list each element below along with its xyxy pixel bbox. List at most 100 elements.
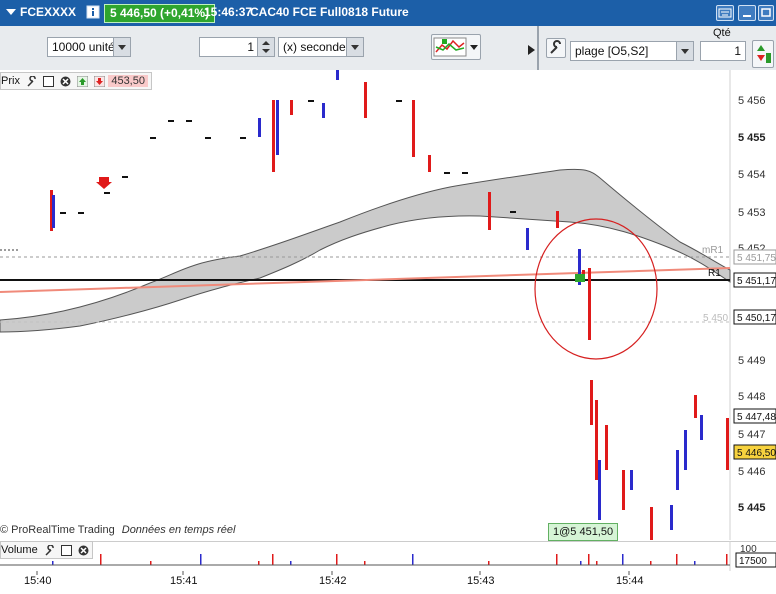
- wrench-icon[interactable]: [44, 543, 55, 556]
- instrument-description: CAC40 FCE Full0818 Future: [250, 5, 409, 19]
- price-panel-header: Prix 453,50: [0, 72, 152, 90]
- volume-bar: [364, 561, 366, 565]
- volume-bar: [622, 554, 624, 565]
- cursor-price-label: 1@5 451,50: [548, 523, 619, 541]
- price-bar: [52, 195, 55, 228]
- maximize-icon[interactable]: [758, 5, 774, 21]
- price-panel-label: Prix: [1, 75, 20, 88]
- wrench-button[interactable]: [546, 38, 566, 58]
- level-value-tag: 5 450,17: [737, 313, 776, 324]
- header-price-box: 453,50: [108, 75, 148, 88]
- price-tick: 5 455: [738, 132, 766, 144]
- wrench-icon[interactable]: [26, 74, 37, 87]
- minimize-icon[interactable]: [738, 5, 756, 21]
- time-axis: 15:40 15:41 15:42 15:43 15:44: [0, 571, 776, 594]
- volume-panel[interactable]: 100 17500: [0, 541, 776, 571]
- interval-input[interactable]: 1: [199, 37, 275, 57]
- mr1-label: mR1: [702, 245, 724, 256]
- indicators-button[interactable]: [431, 34, 481, 60]
- price-bar: [650, 507, 653, 540]
- units-select[interactable]: 10000 unités: [47, 37, 131, 57]
- price-bar: [240, 137, 246, 139]
- data-note: Données en temps réel: [121, 524, 236, 536]
- chevron-down-icon[interactable]: [113, 38, 130, 56]
- range-select[interactable]: plage [O5,S2]: [570, 41, 694, 61]
- price-bar: [598, 460, 601, 520]
- title-bar: FCEXXXX 5 446,50 (+0,41%) 15:46:37 CAC40…: [0, 0, 776, 26]
- price-tick: 5 447: [738, 429, 766, 441]
- chevron-down-icon[interactable]: [346, 38, 363, 56]
- price-bar: [364, 82, 367, 118]
- price-bar: [276, 100, 279, 155]
- volume-bar: [588, 554, 590, 565]
- volume-bar: [488, 561, 490, 565]
- price-bar: [272, 100, 275, 172]
- volume-label: Volume: [1, 544, 38, 556]
- chevron-down-icon[interactable]: [676, 42, 693, 60]
- quantity-input-value: 1: [734, 44, 741, 58]
- interval-input-value: 1: [247, 40, 254, 54]
- indicator-chart-icon: [433, 37, 478, 57]
- quantity-stepper[interactable]: [752, 40, 774, 68]
- arrow-down-icon[interactable]: [93, 75, 106, 88]
- price-bar: [308, 100, 314, 102]
- mr1-value-tag: 5 451,75: [737, 253, 776, 264]
- price-bar: [78, 212, 84, 214]
- price-tick: 5 446: [738, 466, 766, 478]
- price-bar: [168, 120, 174, 122]
- volume-bar: [676, 554, 678, 565]
- price-tick: 5 445: [738, 502, 766, 514]
- dropdown-arrow-icon[interactable]: [4, 5, 18, 19]
- symbol-label: FCEXXXX: [20, 5, 77, 19]
- r1-label: R1: [708, 268, 721, 279]
- quantity-label: Qté: [713, 27, 731, 39]
- volume-bar: [258, 561, 260, 565]
- price-bar: [595, 400, 598, 480]
- arrow-up-icon[interactable]: [76, 75, 89, 88]
- keyboard-icon[interactable]: [716, 5, 734, 21]
- volume-bar: [150, 561, 152, 565]
- clock-label: 15:46:37: [204, 5, 253, 19]
- price-tick: 5 448: [738, 391, 766, 403]
- volume-bar: [200, 554, 202, 565]
- panel-divider: [537, 26, 539, 70]
- last-price-badge: 5 446,50 (+0,41%): [104, 4, 216, 23]
- last-value-tag: 5 446,50: [737, 448, 776, 459]
- brand-label: © ProRealTime Trading: [0, 524, 115, 536]
- close-icon[interactable]: [78, 545, 89, 556]
- price-bar: [694, 395, 697, 418]
- price-bar: [526, 228, 529, 250]
- price-bar: [258, 118, 261, 137]
- volume-bar: [290, 561, 292, 565]
- quantity-input[interactable]: 1: [700, 41, 746, 61]
- volume-bar: [100, 554, 102, 565]
- price-tick: 5 449: [738, 355, 766, 367]
- window-icon[interactable]: [43, 75, 55, 87]
- close-icon[interactable]: [60, 76, 71, 87]
- volume-panel-header: Volume: [0, 541, 93, 559]
- upper-value-tag: 5 447,48: [737, 412, 776, 423]
- volume-bar: [556, 554, 558, 565]
- interval-unit-value: (x) secondes: [283, 40, 352, 54]
- price-bar: [676, 450, 679, 490]
- cursor-marker: [575, 274, 585, 282]
- price-bar: [444, 172, 450, 174]
- interval-unit-select[interactable]: (x) secondes: [278, 37, 364, 57]
- price-bar: [700, 415, 703, 440]
- volume-bar: [336, 554, 338, 565]
- price-bar: [556, 211, 559, 228]
- price-bar: [510, 211, 516, 213]
- range-select-value: plage [O5,S2]: [575, 44, 649, 58]
- price-bar: [290, 100, 293, 115]
- price-bar: [186, 120, 192, 122]
- units-select-value: 10000 unités: [52, 40, 121, 54]
- spinner-icon[interactable]: [257, 38, 274, 56]
- collapse-arrow-icon[interactable]: [528, 44, 536, 58]
- price-chart[interactable]: mR1 R1 5 450 5 456 5 455 5 454 5 453 5 4…: [0, 70, 776, 540]
- window-icon[interactable]: [60, 544, 72, 556]
- price-bar: [322, 103, 325, 118]
- volume-bar: [272, 554, 274, 565]
- volume-bar: [726, 554, 728, 565]
- volume-axis-value: 17500: [739, 556, 767, 567]
- info-icon[interactable]: [86, 5, 100, 19]
